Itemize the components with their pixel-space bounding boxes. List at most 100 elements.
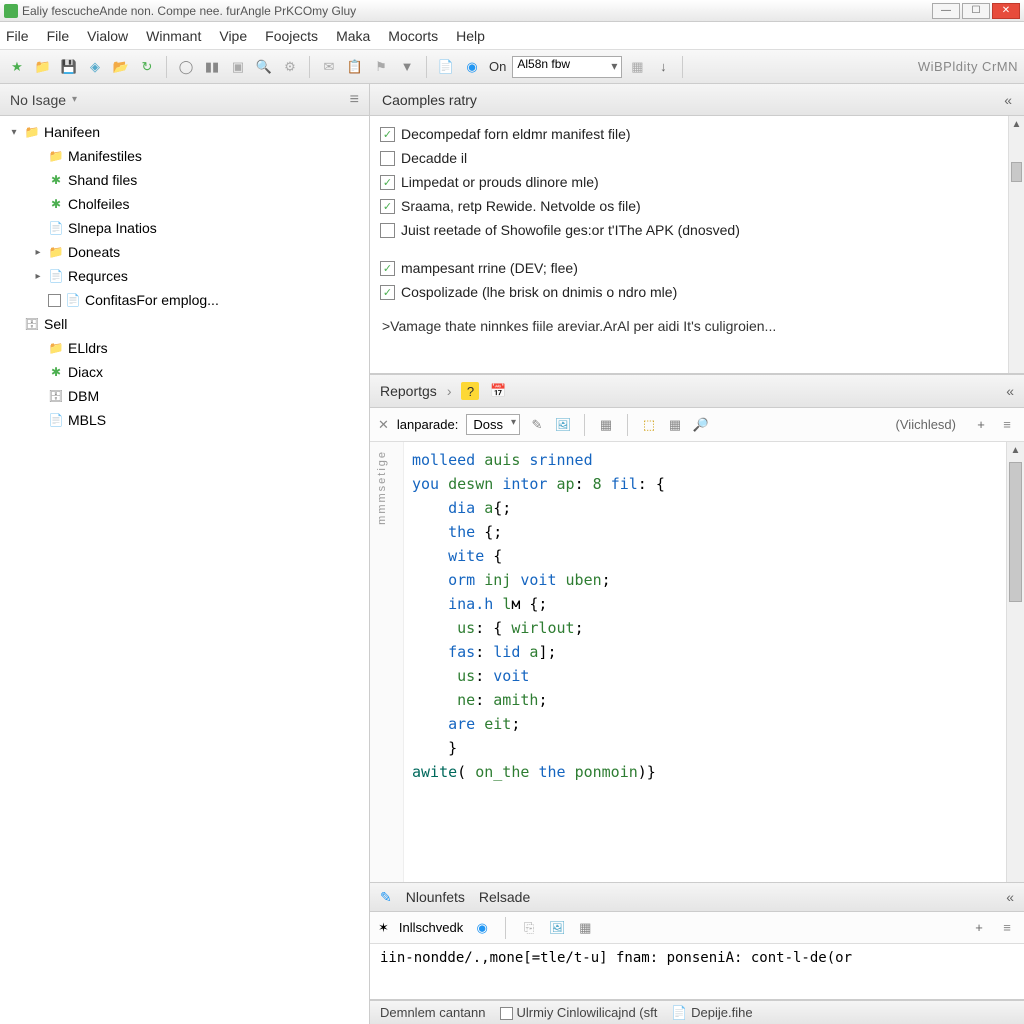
scroll-thumb[interactable]	[1009, 462, 1022, 602]
code-area[interactable]: molleed auis srinned you deswn intor ap:…	[404, 442, 1006, 882]
close-icon[interactable]: ✕	[378, 417, 389, 433]
edit-icon[interactable]: ✎	[528, 416, 546, 434]
scroll-thumb[interactable]	[1011, 162, 1022, 182]
chevron-right-icon[interactable]: ›	[447, 383, 452, 399]
editor-gutter: mmmsetige	[370, 442, 404, 882]
mode-select[interactable]: Al58n fbw	[512, 56, 622, 78]
chevron-down-icon[interactable]: ▾	[72, 94, 77, 105]
tree-item[interactable]: 🗄Sell	[0, 312, 369, 336]
tree-item[interactable]: ✱Shand files	[0, 168, 369, 192]
scroll-up-icon[interactable]: ▲	[1009, 116, 1024, 132]
pause-icon[interactable]: ▮▮	[201, 56, 223, 78]
tree-item[interactable]: ▾📁Hanifeen	[0, 120, 369, 144]
sync-icon[interactable]: ◉	[461, 56, 483, 78]
console-output[interactable]: iin-nondde/.,mone[=tle/t-u] fnam: ponsen…	[370, 944, 1024, 1000]
maximize-button[interactable]: ☐	[962, 3, 990, 19]
tree-item[interactable]: 📄MBLS	[0, 408, 369, 432]
folder-icon[interactable]: 📁	[32, 56, 54, 78]
copy-icon[interactable]: ⎘	[520, 919, 538, 937]
option-row[interactable]: mampesant rrine (DEV; flee)	[380, 256, 1014, 280]
plus-icon[interactable]: +	[970, 919, 988, 937]
mail-icon[interactable]: ✉	[318, 56, 340, 78]
menu-icon[interactable]: ≡	[998, 919, 1016, 937]
filter-icon[interactable]: ▼	[396, 56, 418, 78]
globe-icon[interactable]: ◯	[175, 56, 197, 78]
folder-open-icon[interactable]: 📂	[110, 56, 132, 78]
download-icon[interactable]: ↓	[652, 56, 674, 78]
tree-item[interactable]: ▸📁Doneats	[0, 240, 369, 264]
checkbox[interactable]	[380, 261, 395, 276]
search-icon[interactable]: 🔍	[253, 56, 275, 78]
page-icon[interactable]: 📄	[435, 56, 457, 78]
menu-item[interactable]: Help	[456, 28, 485, 44]
clipboard-icon[interactable]: 📋	[344, 56, 366, 78]
status-check[interactable]: Ulrmiy Cinlowilicajnd (sft	[500, 1005, 658, 1020]
settings-icon[interactable]: ▦	[626, 56, 648, 78]
tag-icon[interactable]: ⬚	[640, 416, 658, 434]
menu-item[interactable]: Mocorts	[388, 28, 438, 44]
checkbox[interactable]	[380, 175, 395, 190]
tree-item[interactable]: 🗄DBM	[0, 384, 369, 408]
package-icon[interactable]: ▣	[227, 56, 249, 78]
scrollbar[interactable]: ▲	[1008, 116, 1024, 373]
layout-icon[interactable]: ▦	[666, 416, 684, 434]
scroll-up-icon[interactable]: ▲	[1007, 442, 1024, 458]
close-icon[interactable]: ✶	[378, 920, 389, 936]
collapse-icon[interactable]: «	[1006, 889, 1014, 905]
compile-hint: >Vamage thate ninnkes fiile areviar.ArAl…	[380, 318, 1014, 334]
option-row[interactable]: Decompedaf forn eldmr manifest file)	[380, 122, 1014, 146]
calendar-icon[interactable]: 📅	[489, 382, 507, 400]
save-icon[interactable]: 💾	[58, 56, 80, 78]
checkbox[interactable]	[380, 151, 395, 166]
panel-menu-icon[interactable]: ≡	[350, 91, 359, 109]
close-button[interactable]: ✕	[992, 3, 1020, 19]
tree-item[interactable]: ▸📄Requrces	[0, 264, 369, 288]
star-icon[interactable]: ★	[6, 56, 28, 78]
tree-item[interactable]: ✱Diacx	[0, 360, 369, 384]
image-icon[interactable]: 🖼	[554, 416, 572, 434]
option-row[interactable]: Juist reetade of Showofile ges:or t'IThe…	[380, 218, 1014, 242]
menu-item[interactable]: Maka	[336, 28, 370, 44]
menu-item[interactable]: Vialow	[87, 28, 128, 44]
menu-item[interactable]: Vipe	[219, 28, 247, 44]
menu-item[interactable]: File	[6, 28, 29, 44]
diamond-icon[interactable]: ◈	[84, 56, 106, 78]
option-row[interactable]: Sraama, retp Rewide. Netvolde os file)	[380, 194, 1014, 218]
plus-icon[interactable]: +	[972, 416, 990, 434]
option-row[interactable]: Limpedat or prouds dlinore mle)	[380, 170, 1014, 194]
config-icon[interactable]: ⚙	[279, 56, 301, 78]
bottom-tab[interactable]: Nlounfets	[406, 889, 465, 905]
picture-icon[interactable]: 🖼	[548, 919, 566, 937]
menu-item[interactable]: File	[47, 28, 70, 44]
table-icon[interactable]: ▦	[576, 919, 594, 937]
run-icon[interactable]: ◉	[473, 919, 491, 937]
help-icon[interactable]: ?	[461, 382, 479, 400]
collapse-icon[interactable]: «	[1004, 92, 1012, 108]
tree-item[interactable]: 📄Slnepa Inatios	[0, 216, 369, 240]
bottom-tab[interactable]: Relsade	[479, 889, 530, 905]
minimize-button[interactable]: —	[932, 3, 960, 19]
tree-item[interactable]: 📄ConfitasFor emplog...	[0, 288, 369, 312]
status-right[interactable]: 📄 Depije.fihe	[671, 1005, 752, 1021]
tree-item[interactable]: 📁ELldrs	[0, 336, 369, 360]
code-editor[interactable]: mmmsetige molleed auis srinned you deswn…	[370, 442, 1024, 882]
flag-icon[interactable]: ⚑	[370, 56, 392, 78]
menu-item[interactable]: Winmant	[146, 28, 201, 44]
menu-icon[interactable]: ≡	[998, 416, 1016, 434]
tree-item[interactable]: 📁Manifestiles	[0, 144, 369, 168]
lang-select[interactable]: Doss	[466, 414, 520, 435]
checkbox[interactable]	[380, 199, 395, 214]
checkbox[interactable]	[380, 285, 395, 300]
collapse-icon[interactable]: «	[1006, 383, 1014, 399]
tree-item[interactable]: ✱Cholfeiles	[0, 192, 369, 216]
refresh-icon[interactable]: ↻	[136, 56, 158, 78]
find-icon[interactable]: 🔎	[692, 416, 710, 434]
option-row[interactable]: Cospolizade (lhe brisk on dnimis o ndro …	[380, 280, 1014, 304]
checkbox[interactable]	[380, 127, 395, 142]
option-row[interactable]: Decadde il	[380, 146, 1014, 170]
checkbox[interactable]	[380, 223, 395, 238]
project-tree[interactable]: ▾📁Hanifeen📁Manifestiles✱Shand files✱Chol…	[0, 116, 369, 1024]
editor-scrollbar[interactable]: ▲	[1006, 442, 1024, 882]
grid-icon[interactable]: ▦	[597, 416, 615, 434]
menu-item[interactable]: Foojects	[265, 28, 318, 44]
